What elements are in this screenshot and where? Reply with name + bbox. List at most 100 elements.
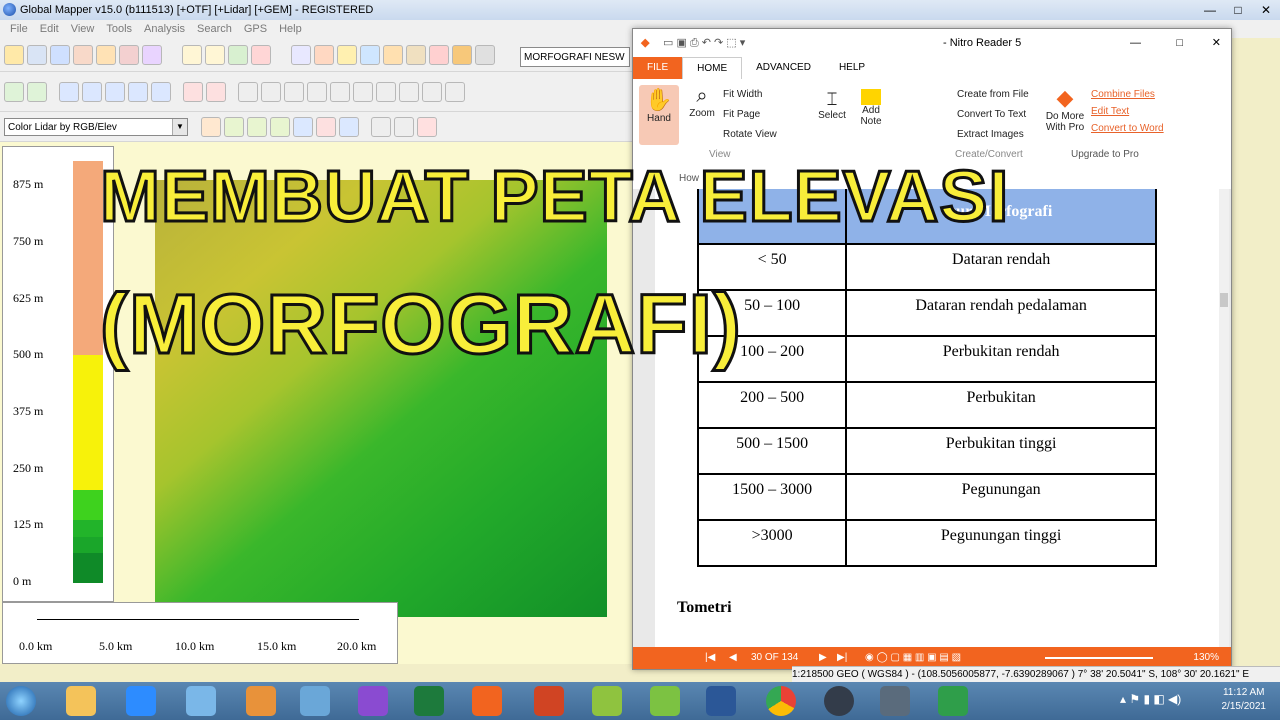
- water-icon[interactable]: [339, 116, 359, 137]
- building-icon[interactable]: [293, 116, 313, 137]
- start-button-icon[interactable]: [6, 686, 36, 716]
- rotate-view-button[interactable]: Rotate View: [723, 129, 777, 140]
- tab-home[interactable]: HOME: [682, 57, 743, 79]
- shape3-tool-icon[interactable]: [399, 81, 419, 102]
- edit-text-link[interactable]: Edit Text: [1091, 106, 1129, 117]
- shader-nv-icon[interactable]: [247, 116, 267, 137]
- zoom-slider[interactable]: [1045, 657, 1153, 659]
- ag-icon[interactable]: [371, 116, 391, 137]
- shape4-tool-icon[interactable]: [422, 81, 442, 102]
- add-note-button[interactable]: Add Note: [855, 89, 887, 127]
- nitro-taskbar-icon[interactable]: [472, 686, 502, 716]
- tree-icon[interactable]: [316, 116, 336, 137]
- tunnel-icon[interactable]: [475, 44, 495, 65]
- print-icon[interactable]: [73, 44, 93, 65]
- search-input[interactable]: MORFOGRAFI NESW: [520, 47, 630, 67]
- draw-tool-icon[interactable]: [238, 81, 258, 102]
- shader-select[interactable]: Color Lidar by RGB/Elev ▼: [4, 117, 188, 136]
- curve-tool-icon[interactable]: [330, 81, 350, 102]
- clock[interactable]: 11:12 AM 2/15/2021: [1222, 686, 1267, 714]
- zoom-in-icon[interactable]: [182, 44, 202, 65]
- insert-vertex-icon[interactable]: [206, 81, 226, 102]
- digitizer-icon[interactable]: [314, 44, 334, 65]
- menu-analysis[interactable]: Analysis: [140, 20, 189, 38]
- cut-tool-icon[interactable]: [307, 81, 327, 102]
- open-folder-icon[interactable]: [4, 44, 24, 65]
- layers-icon[interactable]: [96, 44, 116, 65]
- prev-page-icon[interactable]: ◀: [729, 647, 737, 669]
- terrain-tool-icon[interactable]: [261, 81, 281, 102]
- create-from-file-button[interactable]: Create from File: [957, 89, 1029, 100]
- tab-advanced[interactable]: ADVANCED: [742, 57, 825, 79]
- convert-to-word-link[interactable]: Convert to Word: [1091, 123, 1164, 134]
- move-feature-icon[interactable]: [82, 81, 102, 102]
- select-button[interactable]: ⌶ Select: [815, 89, 849, 121]
- 3d-path-icon[interactable]: [429, 44, 449, 65]
- maximize-button[interactable]: □: [1224, 0, 1252, 20]
- fit-page-button[interactable]: Fit Page: [723, 109, 760, 120]
- globe-icon[interactable]: [50, 44, 70, 65]
- do-more-button[interactable]: ◆ Do More With Pro: [1043, 85, 1087, 133]
- search-app-icon[interactable]: [186, 686, 216, 716]
- office-app-icon[interactable]: [246, 686, 276, 716]
- map-app-icon[interactable]: [650, 686, 680, 716]
- camtasia-icon[interactable]: [938, 686, 968, 716]
- powerpoint-icon[interactable]: [534, 686, 564, 716]
- visual-studio-icon[interactable]: [358, 686, 388, 716]
- create-area-icon[interactable]: [4, 81, 24, 102]
- menu-gps[interactable]: GPS: [240, 20, 271, 38]
- global-mapper-taskbar-icon[interactable]: [824, 686, 854, 716]
- nitro-maximize-button[interactable]: □: [1176, 29, 1183, 57]
- edit-vertices-icon[interactable]: [59, 81, 79, 102]
- measure-icon[interactable]: [337, 44, 357, 65]
- minimize-button[interactable]: —: [1196, 0, 1224, 20]
- combine-files-link[interactable]: Combine Files: [1091, 89, 1155, 100]
- dropdown-arrow-icon[interactable]: [452, 44, 472, 65]
- first-page-icon[interactable]: |◀: [705, 647, 715, 669]
- hill-tool-icon[interactable]: [284, 81, 304, 102]
- tab-file[interactable]: FILE: [633, 57, 683, 79]
- system-tray-icons[interactable]: ▴ ⚑ ▮ ◧ ◀): [1120, 692, 1181, 706]
- grid-icon[interactable]: [417, 116, 437, 137]
- document-viewport[interactable]: sur Morfografi < 50 Dataran rendah 50 – 1…: [633, 189, 1231, 647]
- word-icon[interactable]: [706, 686, 736, 716]
- scrollbar-thumb[interactable]: [1220, 293, 1228, 307]
- overlay-control-icon[interactable]: [119, 44, 139, 65]
- extract-images-button[interactable]: Extract Images: [957, 129, 1024, 140]
- split-icon[interactable]: [105, 81, 125, 102]
- arrows-icon[interactable]: [394, 116, 414, 137]
- qgis-icon[interactable]: [592, 686, 622, 716]
- full-view-icon[interactable]: [228, 44, 248, 65]
- shader-g-icon[interactable]: [201, 116, 221, 137]
- tab-help[interactable]: HELP: [825, 57, 879, 79]
- feature-info-icon[interactable]: [360, 44, 380, 65]
- nitro-close-button[interactable]: ✕: [1212, 29, 1221, 57]
- convert-to-text-button[interactable]: Convert To Text: [957, 109, 1026, 120]
- save-icon[interactable]: [27, 44, 47, 65]
- create-line-icon[interactable]: [27, 81, 47, 102]
- combine-icon[interactable]: [128, 81, 148, 102]
- hand-button[interactable]: ✋ Hand: [639, 85, 679, 145]
- config-icon[interactable]: [142, 44, 162, 65]
- menu-file[interactable]: File: [6, 20, 32, 38]
- app-icon[interactable]: [880, 686, 910, 716]
- view-shed-icon[interactable]: [406, 44, 426, 65]
- home-icon[interactable]: [251, 44, 271, 65]
- menu-help[interactable]: Help: [275, 20, 306, 38]
- shape-tool-icon[interactable]: [353, 81, 373, 102]
- shader-lv-icon[interactable]: [224, 116, 244, 137]
- chrome-icon[interactable]: [766, 686, 796, 716]
- vertical-scrollbar[interactable]: [1219, 189, 1229, 647]
- rotate-icon[interactable]: [151, 81, 171, 102]
- vmware-icon[interactable]: [300, 686, 330, 716]
- zoom-button[interactable]: ⌕ Zoom: [685, 85, 719, 119]
- menu-tools[interactable]: Tools: [102, 20, 136, 38]
- excel-icon[interactable]: [414, 686, 444, 716]
- path-profile-icon[interactable]: [383, 44, 403, 65]
- close-button[interactable]: ✕: [1252, 0, 1280, 20]
- shape5-tool-icon[interactable]: [445, 81, 465, 102]
- menu-search[interactable]: Search: [193, 20, 236, 38]
- nitro-minimize-button[interactable]: —: [1130, 29, 1141, 57]
- point-icon[interactable]: [183, 81, 203, 102]
- zoom-app-icon[interactable]: [126, 686, 156, 716]
